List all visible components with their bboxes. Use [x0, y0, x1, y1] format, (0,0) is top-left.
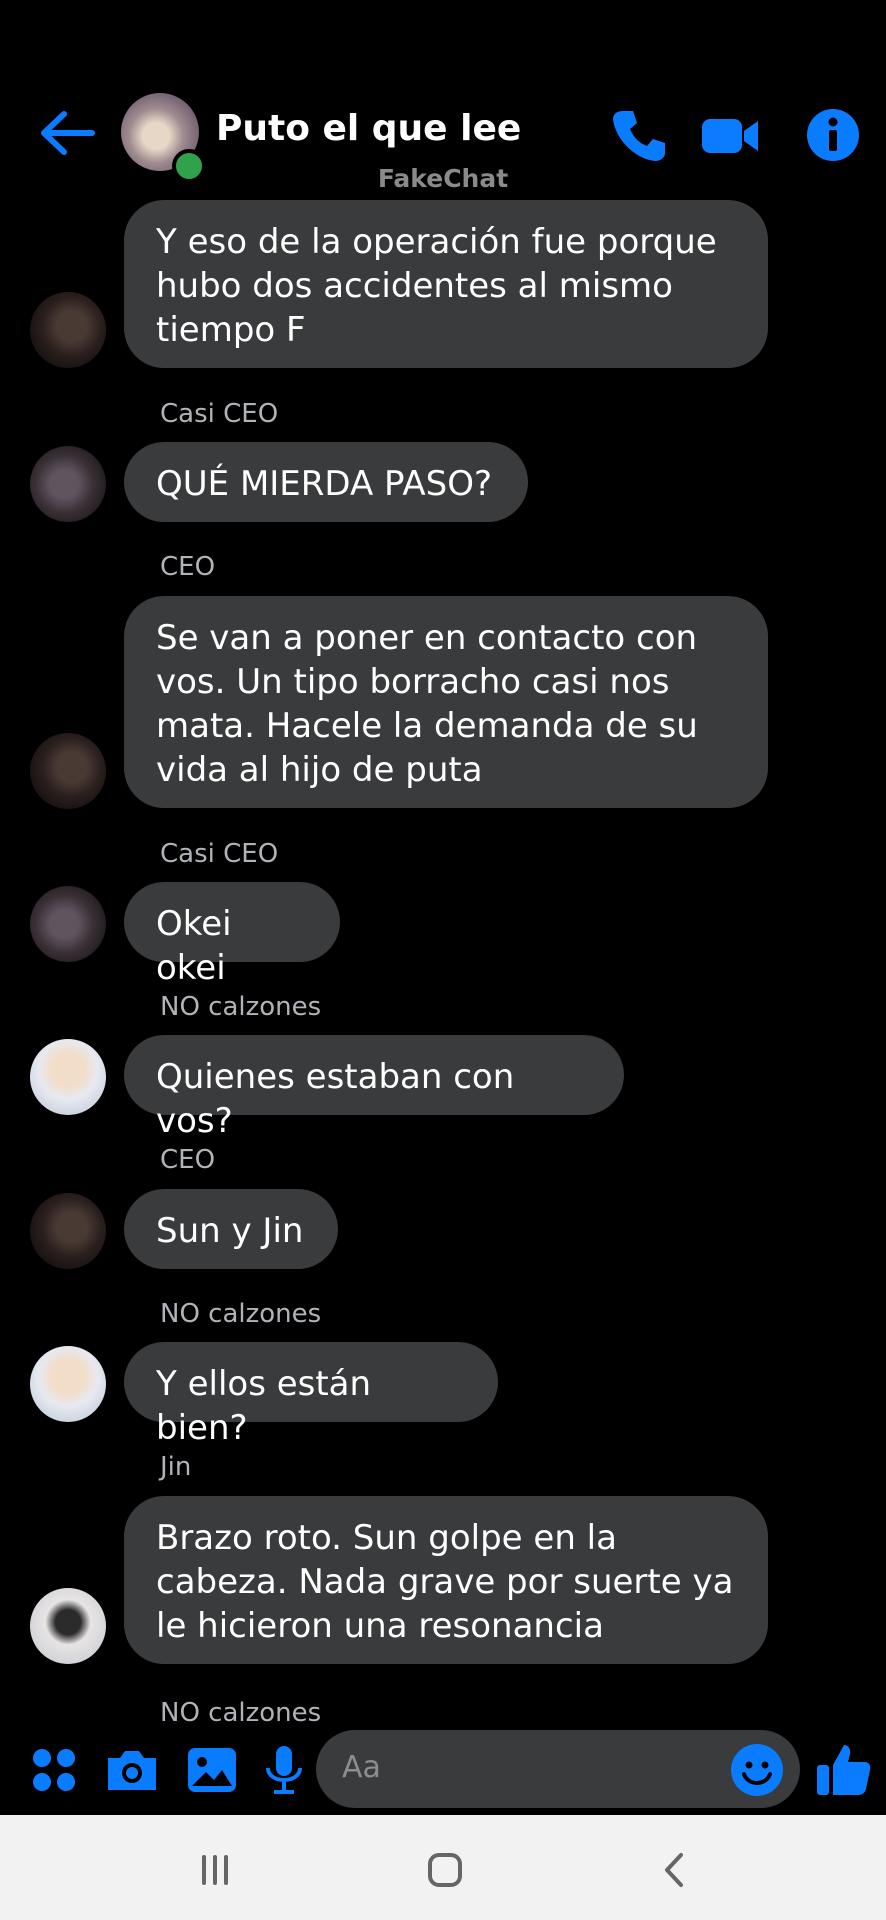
- phone-icon[interactable]: [609, 105, 669, 165]
- recent-apps-icon[interactable]: [190, 1845, 240, 1895]
- sender-name: CEO: [160, 1145, 216, 1175]
- avatar[interactable]: [30, 1039, 106, 1115]
- message-list[interactable]: Y eso de la operación fue porque hubo do…: [0, 0, 886, 1730]
- avatar[interactable]: [30, 1193, 106, 1269]
- message-bubble[interactable]: Quienes estaban con vos?: [124, 1035, 624, 1141]
- apps-grid-icon[interactable]: [24, 1740, 84, 1800]
- message-bubble[interactable]: Brazo roto. Sun golpe en la cabeza. Nada…: [124, 1496, 768, 1664]
- message-bubble[interactable]: Sun y Jin: [124, 1189, 338, 1269]
- thumbs-up-icon[interactable]: [813, 1739, 873, 1799]
- message-bubble[interactable]: Y ellos están bien?: [124, 1342, 498, 1448]
- gallery-icon[interactable]: [182, 1740, 242, 1800]
- message-bubble[interactable]: Se van a poner en contacto con vos. Un t…: [124, 596, 768, 808]
- message-bubble[interactable]: Okei okei: [124, 882, 340, 988]
- sender-name: NO calzones: [160, 992, 322, 1022]
- message-bubble[interactable]: QUÉ MIERDA PASO?: [124, 442, 528, 522]
- avatar[interactable]: [30, 886, 106, 962]
- sender-name: Jin: [160, 1452, 192, 1482]
- back-nav-icon[interactable]: [650, 1845, 700, 1895]
- microphone-icon[interactable]: [254, 1740, 314, 1800]
- watermark: FakeChat: [377, 164, 509, 193]
- sender-name: Casi CEO: [160, 839, 279, 869]
- sender-name: NO calzones: [160, 1299, 322, 1329]
- camera-icon[interactable]: [102, 1740, 162, 1800]
- avatar[interactable]: [30, 1588, 106, 1664]
- avatar[interactable]: [30, 1346, 106, 1422]
- input-placeholder: Aa: [342, 1750, 381, 1785]
- home-icon[interactable]: [420, 1845, 470, 1895]
- emoji-icon[interactable]: [730, 1743, 784, 1797]
- system-navigation-bar: [0, 1815, 886, 1920]
- sender-name: NO calzones: [160, 1698, 322, 1728]
- avatar[interactable]: [30, 292, 106, 368]
- chat-title[interactable]: Puto el que lee: [216, 108, 521, 149]
- sender-name: Casi CEO: [160, 399, 279, 429]
- back-arrow-icon[interactable]: [38, 108, 98, 158]
- avatar[interactable]: [30, 446, 106, 522]
- video-camera-icon[interactable]: [700, 105, 760, 165]
- sender-name: CEO: [160, 552, 216, 582]
- info-icon[interactable]: [803, 105, 863, 165]
- avatar[interactable]: [30, 733, 106, 809]
- message-input[interactable]: Aa: [316, 1730, 800, 1808]
- message-bubble[interactable]: Y eso de la operación fue porque hubo do…: [124, 200, 768, 368]
